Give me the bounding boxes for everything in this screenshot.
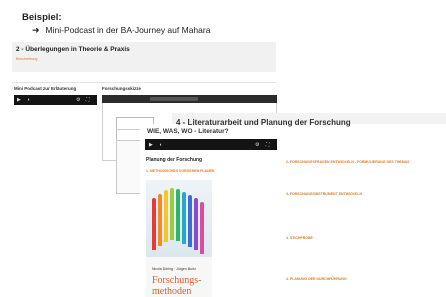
- right-section-heading: 4. STICHPROBE: [286, 236, 313, 240]
- volume-icon[interactable]: ◖: [27, 97, 30, 103]
- section-sub[interactable]: Beschreibung: [16, 57, 37, 61]
- pencil: [200, 202, 204, 254]
- methodisches-heading: 1. METHODISCHES VORGEHEN PLANEN: [146, 169, 215, 173]
- pencil: [188, 195, 192, 247]
- right-section-heading: 3. FORSCHUNGSINSTRUMENT ENTWICKELN: [286, 192, 363, 196]
- arrow-right-icon: ➜: [32, 24, 40, 35]
- settings-icon[interactable]: ⚙: [76, 97, 80, 103]
- literature-subtitle: WIE, WAS, WO - Literatur?: [147, 128, 229, 135]
- book-title-line-1: Forschungs-: [152, 275, 202, 286]
- fullscreen-icon[interactable]: ⛶: [86, 97, 90, 103]
- right-section-heading: 4. PLANUNG DER DURCHFÜHRUNG: [286, 277, 347, 281]
- book-title-line-2: methoden: [152, 285, 192, 297]
- pencil: [182, 192, 186, 244]
- pencil: [152, 198, 156, 250]
- audio-player[interactable]: ▶ ◖ ⚙ ⛶: [14, 95, 97, 105]
- audio-player-2[interactable]: ▶ ◖ ⚙ ⛶: [145, 139, 277, 150]
- play-icon[interactable]: ▶: [149, 142, 153, 148]
- book-cover-photo: [146, 180, 212, 257]
- pencil: [170, 188, 174, 240]
- play-icon[interactable]: ▶: [17, 97, 21, 103]
- right-section-heading: 2. FORSCHUNGSFRAGEN ENTWICKELN - FORMULI…: [286, 160, 410, 164]
- forschungsskizze-label: Forschungsskizze: [102, 86, 142, 91]
- book-cover-image: Nicola Döring · Jürgen Bortz Forschungs-…: [146, 180, 212, 297]
- pencil: [176, 189, 180, 241]
- subtitle-line: ➜ Mini-Podcast in der BA-Journey auf Mah…: [32, 25, 210, 35]
- page-heading: Beispiel:: [22, 12, 62, 23]
- overlay-title: 4 - Literaturarbeit und Planung der Fors…: [176, 118, 351, 127]
- divider: [12, 82, 276, 83]
- mini-podcast-label: Mini Podcast zur Erläuterung: [14, 86, 77, 91]
- fullscreen-icon[interactable]: ⛶: [266, 142, 270, 148]
- planung-title: Planung der Forschung: [146, 157, 203, 163]
- volume-icon[interactable]: ◖: [159, 142, 162, 148]
- sketch-url-bar: [150, 97, 198, 101]
- section-title: 2 - Überlegungen in Theorie & Praxis: [16, 46, 130, 53]
- book-title: Forschungs- methoden: [152, 275, 202, 297]
- settings-icon[interactable]: ⚙: [255, 142, 259, 148]
- pencil: [194, 198, 198, 250]
- book-author: Nicola Döring · Jürgen Bortz: [152, 267, 196, 271]
- pencil: [164, 190, 168, 242]
- subtitle-text: Mini-Podcast in der BA-Journey auf Mahar…: [45, 25, 211, 35]
- pencil: [158, 194, 162, 246]
